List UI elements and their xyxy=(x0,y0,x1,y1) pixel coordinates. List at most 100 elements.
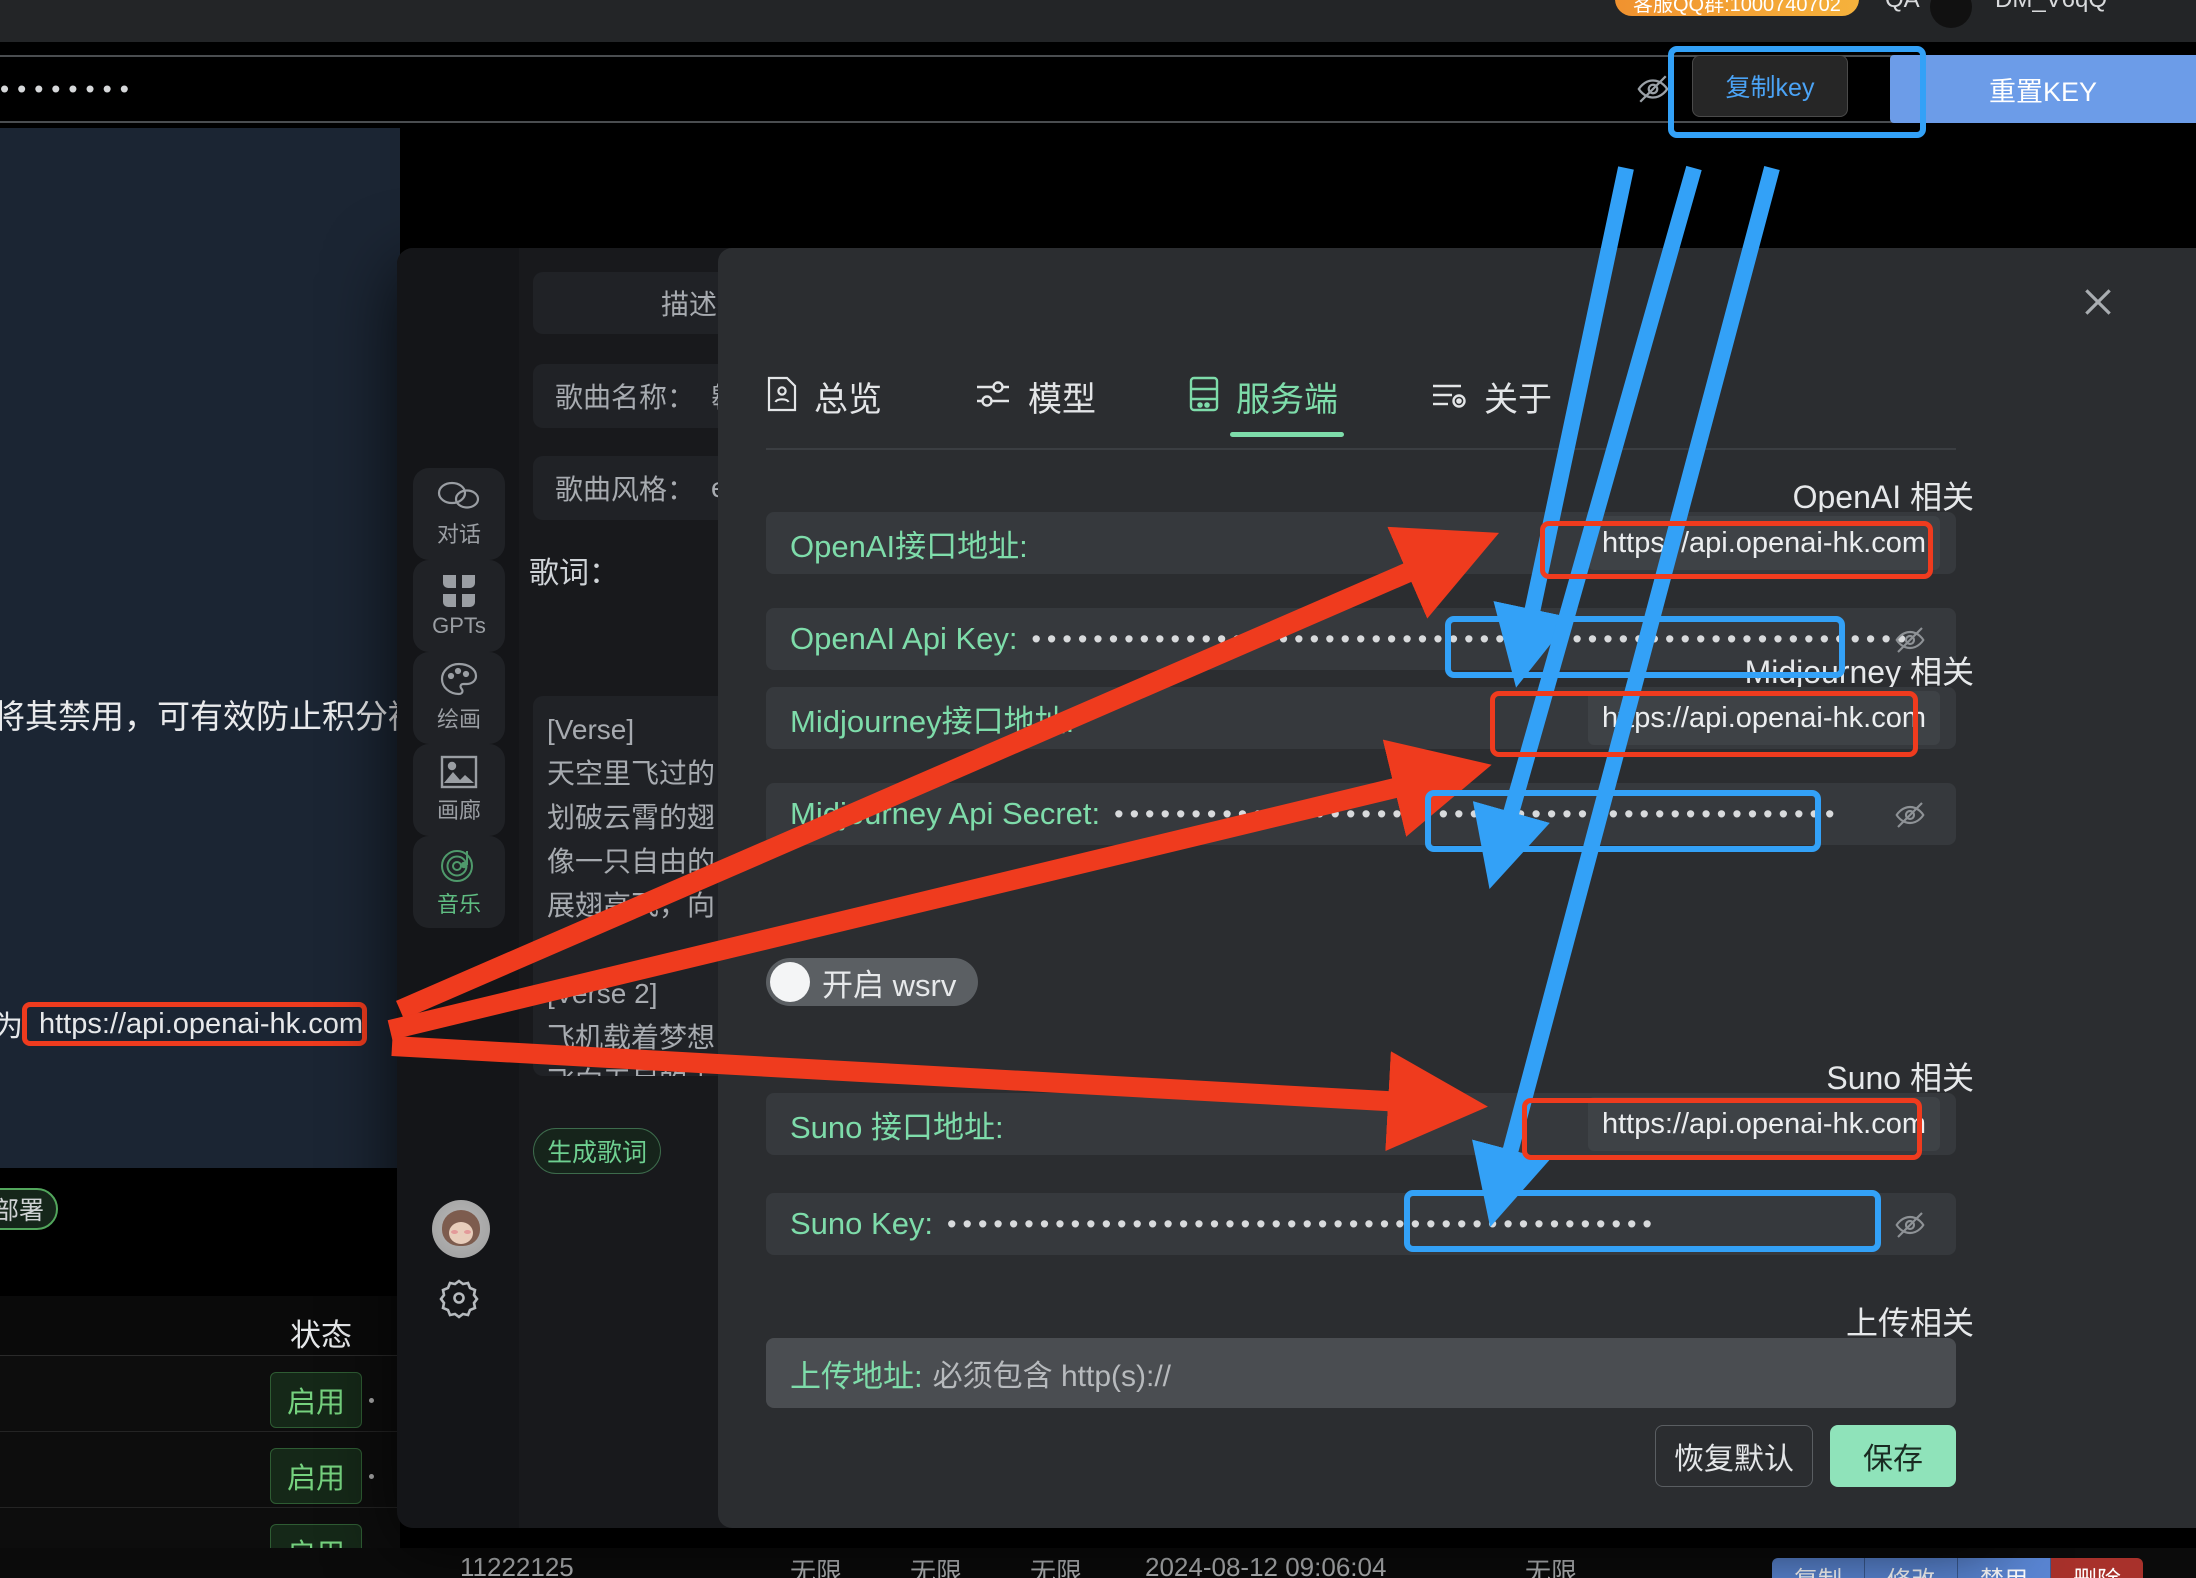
save-button[interactable]: 保存 xyxy=(1830,1425,1956,1487)
eye-off-icon[interactable] xyxy=(1892,799,1928,831)
background-table: 状态 启用 启用 启用 xyxy=(0,1296,400,1578)
midjourney-endpoint-field[interactable]: Midjourney接口地址: https://api.openai-hk.co… xyxy=(766,687,1956,749)
openai-endpoint-value[interactable]: https://api.openai-hk.com xyxy=(1587,516,1940,570)
generate-lyrics-button[interactable]: 生成歌词 xyxy=(533,1128,661,1174)
tab-server[interactable]: 服务端 xyxy=(1188,372,1344,437)
row-id-cell: 11222125 xyxy=(460,1552,574,1578)
sidebar-item-label: 画廊 xyxy=(436,798,481,823)
tab-label: 关于 xyxy=(1484,381,1552,419)
midjourney-secret-field[interactable]: Midjourney Api Secret: •••••••••••••••••… xyxy=(766,783,1956,845)
support-qq-badge[interactable]: 客服QQ群:1000740702 xyxy=(1615,0,1859,16)
row-date-cell: 2024-08-12 09:06:04 xyxy=(1145,1552,1387,1578)
avatar-blush-left xyxy=(451,1230,458,1234)
table-header-row: 状态 xyxy=(0,1296,400,1356)
wsrv-toggle[interactable]: 开启 wsrv xyxy=(766,958,979,1006)
delete-row-button[interactable]: 删除 xyxy=(2051,1558,2143,1578)
background-gap xyxy=(0,1248,400,1296)
sidebar-item-chat[interactable]: 对话 xyxy=(413,468,505,560)
tab-label: 服务端 xyxy=(1236,381,1338,419)
field-label: Suno Key: xyxy=(790,1206,934,1241)
status-badge: 启用 xyxy=(269,1372,362,1428)
song-style-label: 歌曲风格： xyxy=(555,474,696,505)
field-label: OpenAI Api Key: xyxy=(790,621,1018,656)
eye-off-icon[interactable] xyxy=(1636,72,1670,106)
sliders-icon xyxy=(974,377,1012,416)
row-cell: 无限 xyxy=(1030,1557,1083,1578)
chat-icon xyxy=(437,479,481,513)
upload-url-placeholder: 必须包含 http(s):// xyxy=(932,1360,1171,1393)
sidebar-item-gpts[interactable]: GPTs xyxy=(413,560,505,652)
suno-key-masked: ••••••••••••••••••••••••••••••••••••••••… xyxy=(947,1208,1658,1239)
midjourney-endpoint-value[interactable]: https://api.openai-hk.com xyxy=(1587,691,1940,745)
song-name-label: 歌曲名称： xyxy=(555,382,696,413)
close-icon[interactable] xyxy=(2078,282,2118,322)
field-label: Midjourney接口地址: xyxy=(790,703,1075,739)
tab-about[interactable]: 关于 xyxy=(1430,372,1552,437)
row-action-buttons: 复制 修改 禁用 删除 xyxy=(1772,1558,2143,1578)
tab-label: 总览 xyxy=(814,381,882,419)
tab-model[interactable]: 模型 xyxy=(974,372,1096,437)
music-disc-icon xyxy=(440,845,478,883)
row-cell: 无限 xyxy=(910,1557,963,1578)
sidebar-item-label: 对话 xyxy=(436,522,481,547)
sidebar-item-painting[interactable]: 绘画 xyxy=(413,652,505,744)
sidebar-item-label: GPTs xyxy=(432,613,486,638)
midjourney-secret-masked: ••••••••••••••••••••••••••••••••••••••••… xyxy=(1114,798,1841,829)
eye-off-icon[interactable] xyxy=(1892,1209,1928,1241)
background-url-prefix: 为 xyxy=(0,1011,24,1043)
field-label: 上传地址: xyxy=(790,1358,923,1394)
table-row[interactable]: 启用 xyxy=(0,1356,400,1432)
disable-row-button[interactable]: 禁用 xyxy=(1958,1558,2051,1578)
sidebar-item-label: 音乐 xyxy=(436,892,481,917)
table-row[interactable]: 启用 xyxy=(0,1432,400,1508)
tab-overview[interactable]: 总览 xyxy=(766,372,882,437)
server-icon xyxy=(1188,376,1220,417)
settings-tabs: 总览 模型 服务端 关于 xyxy=(766,372,1552,437)
upload-url-field[interactable]: 上传地址: 必须包含 http(s):// xyxy=(766,1338,1956,1408)
restore-default-button[interactable]: 恢复默认 xyxy=(1655,1425,1813,1487)
suno-endpoint-value[interactable]: https://api.openai-hk.com xyxy=(1587,1097,1940,1151)
field-label: Suno 接口地址: xyxy=(790,1109,1004,1145)
avatar-blush-right xyxy=(464,1230,471,1234)
lyrics-heading: 歌词： xyxy=(529,557,619,590)
overview-icon xyxy=(766,376,798,417)
toggle-knob xyxy=(770,962,810,1002)
suno-key-field[interactable]: Suno Key: ••••••••••••••••••••••••••••••… xyxy=(766,1193,1956,1255)
row-cell: 无限 xyxy=(1525,1557,1578,1578)
qa-link[interactable]: QA xyxy=(1885,0,1920,14)
username-label[interactable]: DM_V6qQ xyxy=(1995,0,2107,14)
tabs-divider xyxy=(766,448,1956,450)
openai-endpoint-field[interactable]: OpenAI接口地址: https://api.openai-hk.com xyxy=(766,512,1956,574)
row-cell: 无限 xyxy=(790,1557,843,1578)
grid-icon xyxy=(441,573,477,609)
background-note-text: 将其禁用，可有效防止积分被 xyxy=(0,698,421,735)
image-icon xyxy=(440,755,478,789)
about-icon xyxy=(1430,377,1468,416)
suno-endpoint-field[interactable]: Suno 接口地址: https://api.openai-hk.com xyxy=(766,1093,1956,1155)
wsrv-toggle-label: 开启 wsrv xyxy=(822,967,957,1003)
deploy-pill[interactable]: 部署 xyxy=(0,1188,58,1230)
field-label: OpenAI接口地址: xyxy=(790,528,1028,564)
reset-key-button[interactable]: 重置KEY xyxy=(1890,55,2196,123)
palette-icon xyxy=(440,662,478,698)
api-key-row: •••••••• xyxy=(0,55,2196,123)
tab-label: 模型 xyxy=(1028,381,1096,419)
api-key-masked-value: •••••••• xyxy=(0,73,137,104)
settings-modal xyxy=(718,248,2196,1528)
status-badge: 启用 xyxy=(269,1448,362,1504)
copy-row-button[interactable]: 复制 xyxy=(1772,1558,1865,1578)
row-dot-icon xyxy=(369,1398,374,1403)
sidebar-item-music[interactable]: 音乐 xyxy=(413,836,505,928)
gear-icon[interactable] xyxy=(437,1276,481,1325)
copy-key-button[interactable]: 复制key xyxy=(1692,55,1848,117)
avatar[interactable] xyxy=(432,1200,490,1258)
row-dot-icon xyxy=(369,1474,374,1479)
field-label: Midjourney Api Secret: xyxy=(790,796,1101,831)
background-top-strip xyxy=(0,0,2196,42)
background-api-url-value[interactable]: https://api.openai-hk.com xyxy=(22,1002,367,1046)
app-sidebar: 对话 GPTs 绘画 画廊 音乐 xyxy=(397,248,519,1528)
status-column-header: 状态 xyxy=(290,1318,352,1353)
sidebar-item-label: 绘画 xyxy=(436,707,481,732)
sidebar-item-gallery[interactable]: 画廊 xyxy=(413,744,505,836)
edit-row-button[interactable]: 修改 xyxy=(1865,1558,1958,1578)
